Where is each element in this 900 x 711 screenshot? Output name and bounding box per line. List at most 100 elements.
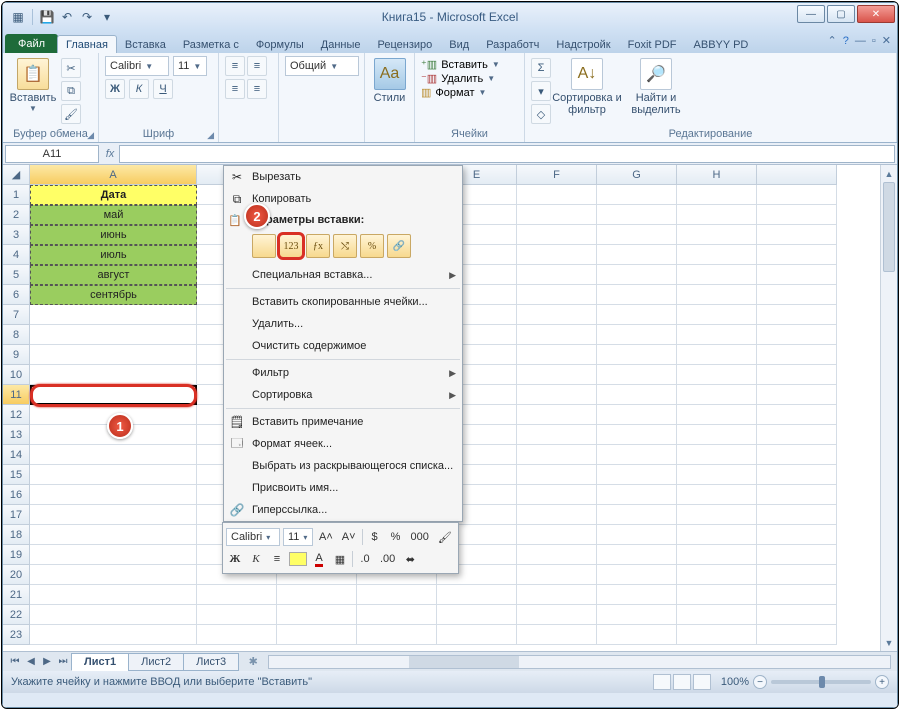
ctx-insert-copied[interactable]: Вставить скопированные ячейки... — [224, 291, 462, 313]
cell[interactable] — [30, 305, 197, 325]
row-header[interactable]: 19 — [3, 545, 30, 565]
cell[interactable]: август — [30, 265, 197, 285]
cell[interactable] — [30, 505, 197, 525]
mini-italic-button[interactable]: К — [247, 550, 265, 568]
cell[interactable] — [30, 565, 197, 585]
row-header[interactable]: 12 — [3, 405, 30, 425]
row-header[interactable]: 17 — [3, 505, 30, 525]
cell[interactable] — [517, 565, 597, 585]
col-header[interactable]: G — [597, 165, 677, 185]
cell[interactable] — [30, 485, 197, 505]
sheet-tab[interactable]: Лист1 — [71, 653, 129, 671]
cell[interactable] — [597, 265, 677, 285]
row-header[interactable]: 5 — [3, 265, 30, 285]
view-normal-icon[interactable] — [653, 674, 671, 690]
ctx-paste-special[interactable]: Специальная вставка...▶ — [224, 264, 462, 286]
tab-view[interactable]: Вид — [440, 35, 478, 53]
insert-cells-icon[interactable]: ⁺▥ — [421, 58, 437, 71]
decrease-decimal-icon[interactable]: .00 — [377, 550, 398, 568]
cell[interactable] — [30, 605, 197, 625]
tab-abbyy[interactable]: ABBYY PD — [685, 35, 758, 53]
cell[interactable] — [597, 505, 677, 525]
cell[interactable] — [30, 445, 197, 465]
font-name-combo[interactable]: Calibri▼ — [105, 56, 169, 76]
doc-minimize-icon[interactable]: — — [855, 35, 866, 47]
cell[interactable] — [677, 565, 757, 585]
cell[interactable] — [517, 205, 597, 225]
cell[interactable] — [30, 365, 197, 385]
cell[interactable] — [597, 485, 677, 505]
cell[interactable] — [677, 205, 757, 225]
formula-bar[interactable] — [119, 145, 895, 163]
cell[interactable] — [757, 585, 837, 605]
cell[interactable] — [197, 625, 277, 645]
tab-insert[interactable]: Вставка — [116, 35, 175, 53]
cell[interactable] — [357, 605, 437, 625]
mini-bold-button[interactable]: Ж — [226, 550, 244, 568]
col-header[interactable] — [757, 165, 837, 185]
cell[interactable] — [757, 345, 837, 365]
mini-fill-color-icon[interactable] — [289, 552, 307, 566]
tab-home[interactable]: Главная — [57, 35, 117, 53]
cell[interactable] — [517, 305, 597, 325]
tab-developer[interactable]: Разработч — [477, 35, 548, 53]
cell[interactable] — [757, 425, 837, 445]
paste-values-button[interactable]: 123 — [279, 234, 303, 258]
styles-button[interactable]: Aa Стили — [371, 56, 408, 104]
cell[interactable] — [597, 285, 677, 305]
clear-icon[interactable]: ◇ — [531, 104, 551, 124]
cell[interactable] — [517, 605, 597, 625]
cell[interactable] — [757, 465, 837, 485]
number-format-combo[interactable]: Общий▼ — [285, 56, 359, 76]
cell[interactable] — [757, 205, 837, 225]
cell[interactable] — [677, 505, 757, 525]
fill-icon[interactable]: ▾ — [531, 81, 551, 101]
row-header[interactable]: 14 — [3, 445, 30, 465]
cell[interactable] — [30, 625, 197, 645]
cell[interactable] — [757, 385, 837, 405]
cell[interactable]: июль — [30, 245, 197, 265]
format-cells-icon[interactable]: ▥ — [421, 86, 431, 99]
cell[interactable] — [677, 225, 757, 245]
zoom-in-button[interactable]: + — [875, 675, 889, 689]
cell[interactable] — [517, 405, 597, 425]
cell[interactable] — [517, 325, 597, 345]
cell[interactable] — [517, 445, 597, 465]
scroll-thumb[interactable] — [883, 182, 895, 272]
tab-foxit[interactable]: Foxit PDF — [619, 35, 686, 53]
vertical-scrollbar[interactable]: ▲ ▼ — [880, 165, 897, 651]
cell[interactable] — [30, 525, 197, 545]
dialog-launcher-icon[interactable]: ◢ — [87, 130, 94, 141]
row-header[interactable]: 16 — [3, 485, 30, 505]
row-header[interactable]: 7 — [3, 305, 30, 325]
ctx-insert-comment[interactable]: 🗒Вставить примечание — [224, 411, 462, 433]
cell[interactable] — [597, 305, 677, 325]
cell[interactable] — [757, 565, 837, 585]
cell[interactable] — [437, 585, 517, 605]
row-header[interactable]: 4 — [3, 245, 30, 265]
row-header[interactable]: 3 — [3, 225, 30, 245]
minimize-button[interactable]: — — [797, 5, 825, 23]
cell[interactable] — [757, 445, 837, 465]
ctx-delete[interactable]: Удалить... — [224, 313, 462, 335]
qat-redo-icon[interactable]: ↷ — [78, 8, 96, 26]
cell[interactable] — [677, 525, 757, 545]
help-icon[interactable]: ? — [843, 35, 849, 47]
cell[interactable] — [517, 285, 597, 305]
cell[interactable] — [597, 365, 677, 385]
ctx-clear[interactable]: Очистить содержимое — [224, 335, 462, 357]
cell[interactable]: июнь — [30, 225, 197, 245]
cell[interactable] — [677, 605, 757, 625]
find-select-button[interactable]: 🔎 Найти и выделить — [623, 56, 689, 116]
zoom-out-button[interactable]: − — [753, 675, 767, 689]
cell[interactable] — [597, 325, 677, 345]
col-header[interactable]: F — [517, 165, 597, 185]
row-header[interactable]: 10 — [3, 365, 30, 385]
cell[interactable] — [597, 185, 677, 205]
cell[interactable] — [437, 625, 517, 645]
underline-button[interactable]: Ч — [153, 79, 173, 99]
cell[interactable] — [517, 525, 597, 545]
ctx-format-cells[interactable]: 🗔Формат ячеек... — [224, 433, 462, 455]
insert-cells-label[interactable]: Вставить — [441, 59, 488, 71]
ribbon-minimize-icon[interactable]: ⌃ — [828, 34, 837, 47]
